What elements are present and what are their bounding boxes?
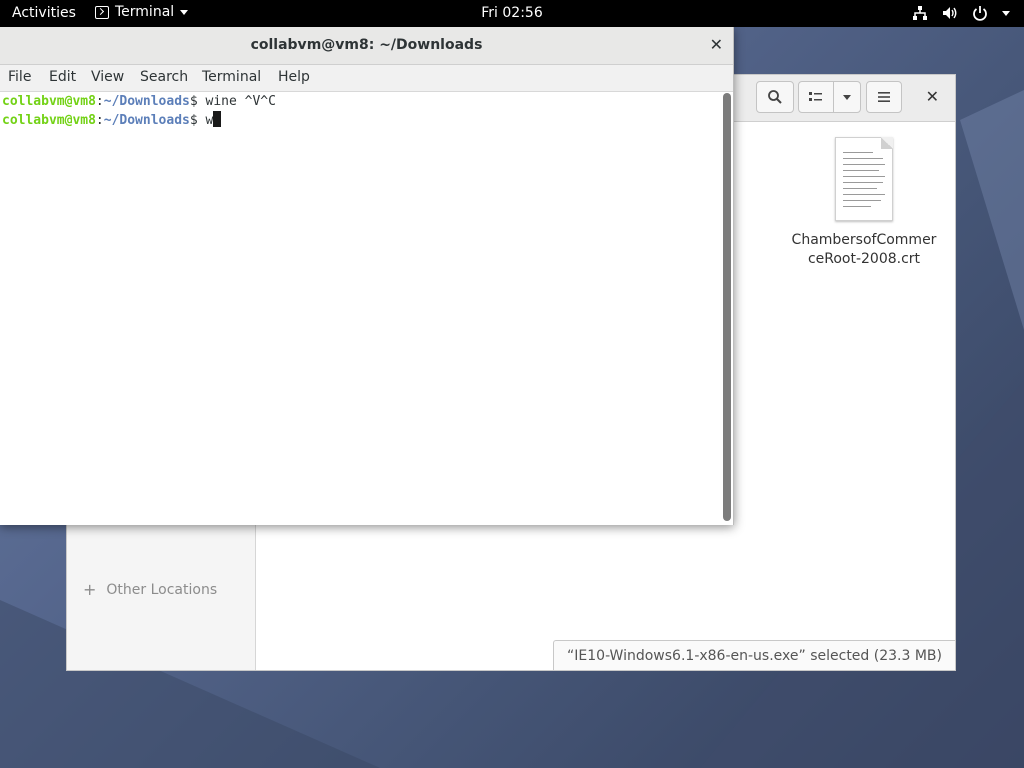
file-item[interactable]: ChambersofCommer ceRoot-2008.crt <box>789 137 939 269</box>
selection-status: “IE10-Windows6.1-x86-en-us.exe” selected… <box>553 640 955 670</box>
list-view-icon <box>809 92 822 101</box>
menu-item-edit[interactable]: Edit <box>49 69 76 85</box>
chevron-down-icon <box>180 9 189 15</box>
app-menu[interactable]: Terminal <box>95 4 189 20</box>
window-title: collabvm@vm8: ~/Downloads <box>250 37 483 53</box>
terminal-output[interactable]: collabvm@vm8:~/Downloads$ wine ^V^C coll… <box>2 93 718 523</box>
scrollbar-thumb[interactable] <box>723 93 731 521</box>
activities-button[interactable]: Activities <box>12 5 76 21</box>
chevron-down-icon <box>1002 10 1010 16</box>
view-options-button[interactable] <box>833 81 861 113</box>
search-button[interactable] <box>756 81 794 113</box>
terminal-icon <box>95 5 109 19</box>
terminal-scrollbar[interactable] <box>723 93 731 521</box>
terminal-line: collabvm@vm8:~/Downloads$ wine ^V^C <box>2 94 276 109</box>
terminal-menubar: File Edit View Search Terminal Help <box>0 65 733 92</box>
menu-item-terminal[interactable]: Terminal <box>202 69 261 85</box>
search-icon <box>768 90 782 104</box>
top-bar: Activities Terminal Fri 02:56 <box>0 0 1024 27</box>
text-document-icon <box>835 137 893 221</box>
menu-item-help[interactable]: Help <box>278 69 310 85</box>
power-icon <box>973 6 987 21</box>
volume-icon <box>943 7 957 19</box>
chevron-down-icon <box>843 94 851 100</box>
clock[interactable]: Fri 02:56 <box>481 5 542 21</box>
close-icon[interactable]: ✕ <box>710 27 723 63</box>
view-toggle-button[interactable] <box>798 81 834 113</box>
app-menu-label: Terminal <box>115 4 175 20</box>
terminal-line: collabvm@vm8:~/Downloads$ w <box>2 111 718 130</box>
text-cursor <box>213 111 222 127</box>
menu-item-view[interactable]: View <box>91 69 124 85</box>
close-icon[interactable]: ✕ <box>926 87 939 106</box>
sidebar-item-other-locations[interactable]: + Other Locations <box>83 580 217 599</box>
system-tray[interactable] <box>912 5 1010 21</box>
hamburger-menu-icon <box>878 92 890 102</box>
file-name: ChambersofCommer ceRoot-2008.crt <box>791 232 937 267</box>
menu-button[interactable] <box>866 81 902 113</box>
terminal-titlebar[interactable]: collabvm@vm8: ~/Downloads ✕ <box>0 27 733 65</box>
menu-item-file[interactable]: File <box>8 69 31 85</box>
sidebar-item-label: Other Locations <box>106 581 218 598</box>
terminal-window: collabvm@vm8: ~/Downloads ✕ File Edit Vi… <box>0 27 734 525</box>
network-icon <box>913 6 927 20</box>
plus-icon: + <box>83 580 97 599</box>
menu-item-search[interactable]: Search <box>140 69 188 85</box>
